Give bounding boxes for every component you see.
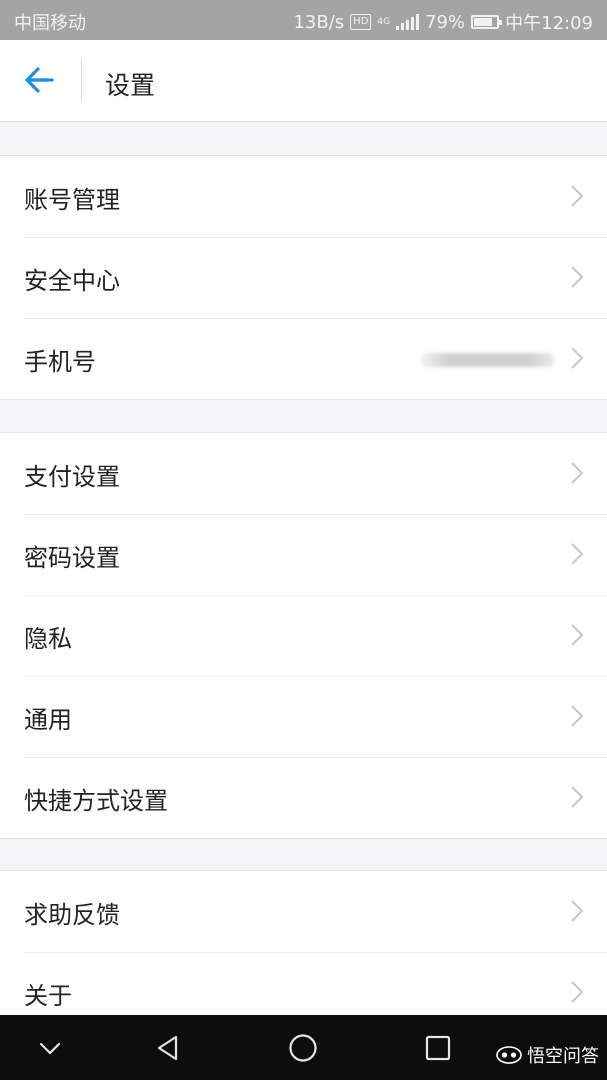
chevron-right-icon [571, 185, 584, 207]
chevron-right-icon [571, 462, 584, 484]
home-circle-icon [289, 1034, 317, 1062]
chevron-right-icon [571, 786, 584, 808]
status-icons: 13B/s HD 4G 79% 中午12:09 [293, 9, 593, 35]
settings-item-label: 隐私 [24, 625, 72, 653]
settings-item-label: 支付设置 [24, 463, 120, 491]
header-divider [81, 60, 82, 100]
nav-hide-button[interactable] [34, 1032, 66, 1064]
settings-item-help-feedback[interactable]: 求助反馈 [0, 871, 607, 952]
settings-group-account: 账号管理 安全中心 手机号 [0, 155, 607, 400]
settings-item-label: 快捷方式设置 [24, 787, 168, 815]
chevron-right-icon [571, 266, 584, 288]
carrier-name: 中国移动 [14, 13, 86, 34]
settings-item-label: 手机号 [24, 348, 96, 376]
nav-home-button[interactable] [287, 1032, 319, 1064]
network-type: 4G [377, 17, 391, 27]
settings-item-shortcut-settings[interactable]: 快捷方式设置 [0, 757, 607, 838]
chevron-right-icon [571, 543, 584, 565]
chevron-right-icon [571, 900, 584, 922]
settings-group-help: 求助反馈 关于 [0, 870, 607, 1033]
arrow-left-icon [25, 67, 54, 93]
settings-item-privacy[interactable]: 隐私 [0, 595, 607, 676]
system-nav-bar: 悟空问答 [0, 1015, 607, 1080]
settings-item-general[interactable]: 通用 [0, 676, 607, 757]
watermark: 悟空问答 [496, 1042, 599, 1068]
phone-number-value-blurred [420, 353, 555, 367]
clock: 中午12:09 [505, 13, 593, 34]
settings-item-payment-settings[interactable]: 支付设置 [0, 433, 607, 514]
nav-recents-button[interactable] [422, 1032, 454, 1064]
hd-icon: HD [350, 14, 372, 30]
settings-item-phone-number[interactable]: 手机号 [0, 318, 607, 399]
settings-group-general: 支付设置 密码设置 隐私 通用 快捷方式设置 [0, 432, 607, 839]
settings-item-label: 求助反馈 [24, 901, 120, 929]
recents-square-icon [425, 1035, 451, 1061]
chevron-down-icon [39, 1042, 61, 1055]
app-header: 设置 [0, 40, 607, 122]
page-title: 设置 [105, 71, 156, 100]
nav-back-button[interactable] [152, 1032, 184, 1064]
settings-item-security-center[interactable]: 安全中心 [0, 237, 607, 318]
settings-item-password-settings[interactable]: 密码设置 [0, 514, 607, 595]
settings-item-label: 通用 [24, 706, 72, 734]
settings-item-label: 密码设置 [24, 544, 120, 572]
chevron-right-icon [571, 981, 584, 1003]
wukong-logo-icon [496, 1046, 522, 1064]
battery-percent: 79% [425, 11, 466, 33]
battery-fill [474, 18, 492, 26]
battery-icon [471, 15, 503, 29]
back-triangle-icon [157, 1035, 178, 1061]
chevron-right-icon [571, 624, 584, 646]
chevron-right-icon [571, 347, 584, 369]
settings-item-account-management[interactable]: 账号管理 [0, 156, 607, 237]
watermark-text: 悟空问答 [527, 1046, 599, 1067]
settings-item-label: 账号管理 [24, 186, 120, 214]
signal-icon [396, 14, 420, 30]
back-button[interactable] [18, 60, 62, 100]
status-bar: 中国移动 13B/s HD 4G 79% 中午12:09 [0, 0, 607, 40]
network-speed: 13B/s [293, 11, 345, 33]
settings-item-label: 安全中心 [24, 267, 120, 295]
settings-item-label: 关于 [24, 982, 72, 1010]
chevron-right-icon [571, 705, 584, 727]
